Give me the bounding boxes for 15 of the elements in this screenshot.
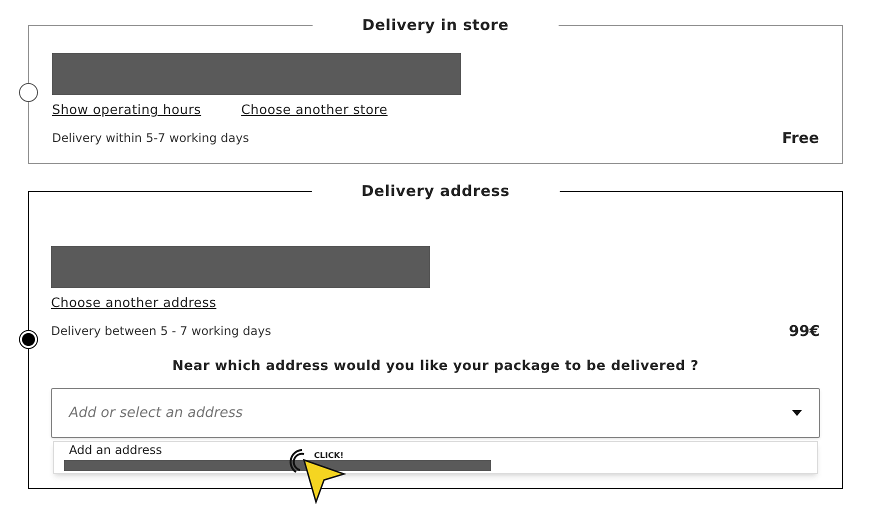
delivery-time-text: Delivery within 5-7 working days [52, 130, 249, 147]
cursor-label: CLICK! [314, 452, 344, 460]
radio-button[interactable] [19, 83, 38, 102]
price-text: 99€ [788, 320, 820, 342]
text-link[interactable]: Choose another address [51, 294, 216, 314]
text-link[interactable]: Choose another store [241, 101, 388, 120]
dropdown-option[interactable]: Add an address [64, 443, 167, 458]
select-placeholder: Add or select an address [69, 404, 243, 423]
delivery-time-text: Delivery between 5 - 7 working days [51, 322, 272, 340]
price-text: Free [782, 128, 819, 148]
address-select-field[interactable]: Add or select an address [51, 388, 820, 438]
question-text: Near which address would you like your package to be delivered ? [171, 357, 700, 376]
caret-icon [792, 410, 802, 416]
radio-button[interactable] [19, 330, 38, 349]
text-link[interactable]: Show operating hours [52, 101, 202, 120]
